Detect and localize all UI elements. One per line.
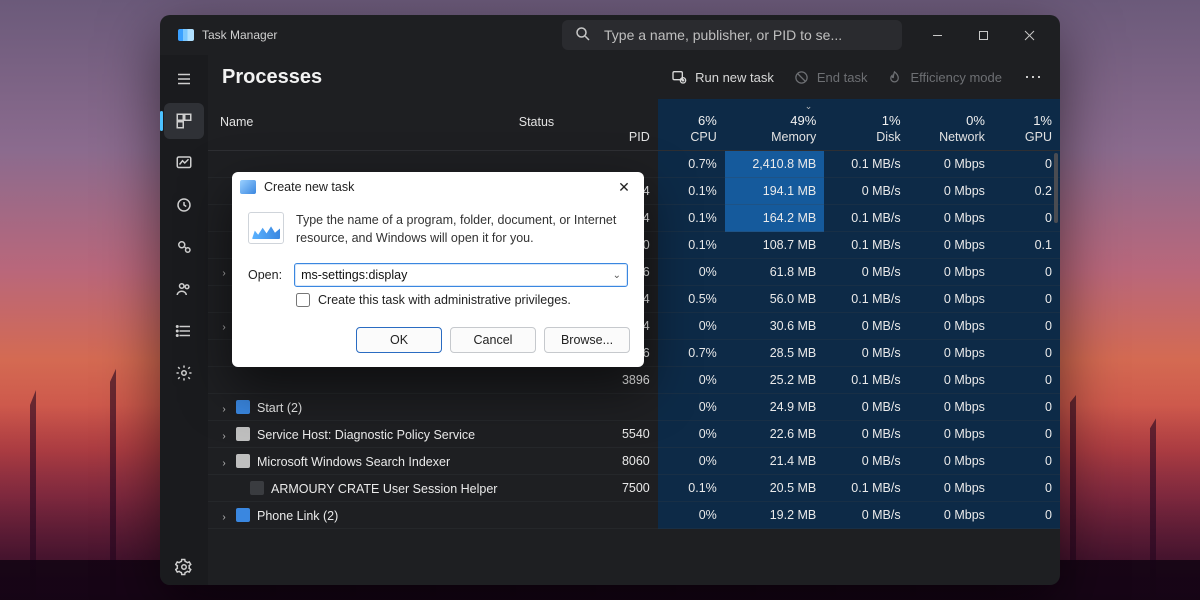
nav-processes[interactable] — [164, 103, 204, 139]
process-row[interactable]: ›Phone Link (2)0%19.2 MB0 MB/s0 Mbps0 — [208, 502, 1060, 529]
nav-services[interactable] — [164, 355, 204, 391]
cancel-button[interactable]: Cancel — [450, 327, 536, 353]
process-name: ARMOURY CRATE User Session Helper — [271, 482, 497, 496]
search-icon — [574, 25, 592, 46]
minimize-button[interactable] — [914, 15, 960, 55]
col-disk[interactable]: 1%Disk — [824, 99, 908, 151]
admin-label: Create this task with administrative pri… — [318, 293, 571, 307]
open-label: Open: — [248, 268, 282, 282]
expand-icon[interactable]: › — [218, 322, 230, 333]
dialog-close-button[interactable]: ✕ — [612, 175, 636, 199]
open-combobox[interactable]: ⌄ — [294, 263, 628, 287]
expand-icon[interactable]: › — [218, 458, 230, 469]
open-input[interactable] — [301, 268, 613, 282]
process-row[interactable]: ARMOURY CRATE User Session Helper75000.1… — [208, 475, 1060, 502]
efficiency-mode-button[interactable]: Efficiency mode — [887, 70, 1002, 85]
nav-details[interactable] — [164, 313, 204, 349]
column-headers[interactable]: Name Status PID 6%CPU ⌄49%Memory 1%Disk … — [208, 99, 1060, 151]
process-name: Start (2) — [257, 401, 302, 415]
nav-settings[interactable] — [164, 549, 204, 585]
col-pid[interactable]: PID — [597, 99, 658, 151]
col-status[interactable]: Status — [511, 99, 597, 151]
process-icon — [236, 508, 250, 522]
process-row[interactable]: ›Start (2)0%24.9 MB0 MB/s0 Mbps0 — [208, 394, 1060, 421]
titlebar[interactable]: Task Manager Type a name, publisher, or … — [160, 15, 1060, 55]
nav-startup[interactable] — [164, 229, 204, 265]
search-placeholder: Type a name, publisher, or PID to se... — [604, 27, 842, 43]
end-task-label: End task — [817, 70, 868, 85]
maximize-button[interactable] — [960, 15, 1006, 55]
admin-checkbox[interactable] — [296, 293, 310, 307]
app-title: Task Manager — [202, 28, 277, 42]
col-memory[interactable]: ⌄49%Memory — [725, 99, 824, 151]
run-dialog-icon — [240, 180, 256, 194]
dialog-description: Type the name of a program, folder, docu… — [296, 212, 628, 247]
process-name: Microsoft Windows Search Indexer — [257, 455, 450, 469]
col-cpu[interactable]: 6%CPU — [658, 99, 725, 151]
app-icon — [178, 29, 194, 41]
expand-icon[interactable]: › — [218, 404, 230, 415]
efficiency-mode-label: Efficiency mode — [910, 70, 1002, 85]
browse-button[interactable]: Browse... — [544, 327, 630, 353]
expand-icon[interactable]: › — [218, 431, 230, 442]
dialog-title: Create new task — [264, 180, 612, 194]
process-row[interactable]: 38960%25.2 MB0.1 MB/s0 Mbps0 — [208, 367, 1060, 394]
process-icon — [236, 427, 250, 441]
dialog-titlebar[interactable]: Create new task ✕ — [232, 172, 644, 202]
col-network[interactable]: 0%Network — [909, 99, 993, 151]
toolbar: Processes Run new task End task Efficien… — [208, 55, 1060, 99]
hamburger-button[interactable] — [164, 61, 204, 97]
page-title: Processes — [222, 66, 322, 89]
expand-icon[interactable]: › — [218, 512, 230, 523]
process-name: Service Host: Diagnostic Policy Service — [257, 428, 475, 442]
col-gpu[interactable]: 1%GPU — [993, 99, 1060, 151]
sort-indicator-icon: ⌄ — [805, 101, 813, 111]
process-icon — [236, 454, 250, 468]
process-name: Phone Link (2) — [257, 509, 338, 523]
process-icon — [250, 481, 264, 495]
col-name[interactable]: Name — [208, 99, 511, 151]
process-row[interactable]: ›Microsoft Windows Search Indexer80600%2… — [208, 448, 1060, 475]
end-task-button[interactable]: End task — [794, 70, 868, 85]
more-button[interactable]: ⋯ — [1022, 67, 1046, 88]
run-new-task-label: Run new task — [695, 70, 774, 85]
close-button[interactable] — [1006, 15, 1052, 55]
process-row[interactable]: › Service Host: Diagnostic Policy Service… — [208, 421, 1060, 448]
expand-icon[interactable]: › — [218, 268, 230, 279]
run-new-task-button[interactable]: Run new task — [671, 69, 774, 85]
search-box[interactable]: Type a name, publisher, or PID to se... — [562, 20, 902, 50]
create-new-task-dialog: Create new task ✕ Type the name of a pro… — [232, 172, 644, 367]
nav-performance[interactable] — [164, 145, 204, 181]
ok-button[interactable]: OK — [356, 327, 442, 353]
program-icon — [248, 212, 284, 244]
scrollbar-thumb[interactable] — [1054, 153, 1058, 223]
chevron-down-icon[interactable]: ⌄ — [613, 270, 621, 281]
nav-users[interactable] — [164, 271, 204, 307]
nav-rail — [160, 55, 208, 585]
nav-app-history[interactable] — [164, 187, 204, 223]
process-icon — [236, 400, 250, 414]
